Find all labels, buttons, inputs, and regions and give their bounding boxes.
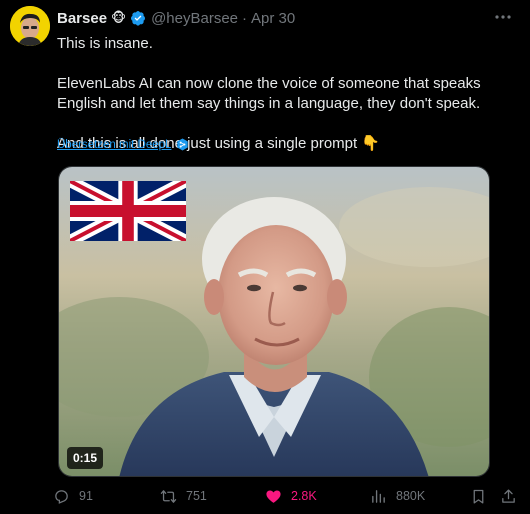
avatar-image [10,6,50,46]
reply-button[interactable]: 91 [53,484,93,508]
uk-flag [70,181,186,241]
more-icon[interactable] [494,10,512,24]
video-duration: 0:15 [67,447,104,469]
tweet-line-2: ElevenLabs AI can now clone the voice of… [57,75,481,112]
tweet-date[interactable]: Apr 30 [251,10,295,27]
like-count: 2.8K [291,489,317,503]
share-icon [502,488,515,503]
share-button[interactable] [500,484,517,508]
avatar[interactable] [10,6,50,46]
views-icon [372,489,385,503]
tweet-header: Barsee 🐵 @heyBarsee · Apr 30 [57,8,295,28]
author-handle[interactable]: @heyBarsee [151,10,238,27]
author-name[interactable]: Barsee [57,10,107,27]
tweet-text: This is insane. ElevenLabs AI can now cl… [57,34,517,154]
like-button[interactable]: 2.8K [265,484,317,508]
translate-link[interactable]: Übersetzen mit DeepL [57,138,189,151]
like-icon [266,489,281,503]
separator-dot: · [242,9,248,27]
verified-badge-icon [131,11,146,26]
bookmark-button[interactable] [470,484,487,508]
repost-icon [160,489,177,503]
video-player[interactable]: 0:15 [58,166,490,477]
views-count: 880K [396,489,426,503]
tweet-line-1: This is insane. [57,35,153,52]
tweet[interactable]: Barsee 🐵 @heyBarsee · Apr 30 This is ins… [0,0,530,514]
reply-count: 91 [79,489,93,503]
repost-count: 751 [186,489,207,503]
repost-button[interactable]: 751 [160,484,207,508]
views-button[interactable]: 880K [370,484,425,508]
deepl-icon [177,138,189,151]
pointing-down-emoji: 👇 [361,135,381,152]
bookmark-icon [473,489,484,504]
translate-label[interactable]: Übersetzen mit DeepL [57,139,171,151]
reply-icon [55,489,68,504]
action-bar: 91 751 2.8K 880K [50,484,520,508]
monkey-emoji: 🐵 [111,10,127,25]
